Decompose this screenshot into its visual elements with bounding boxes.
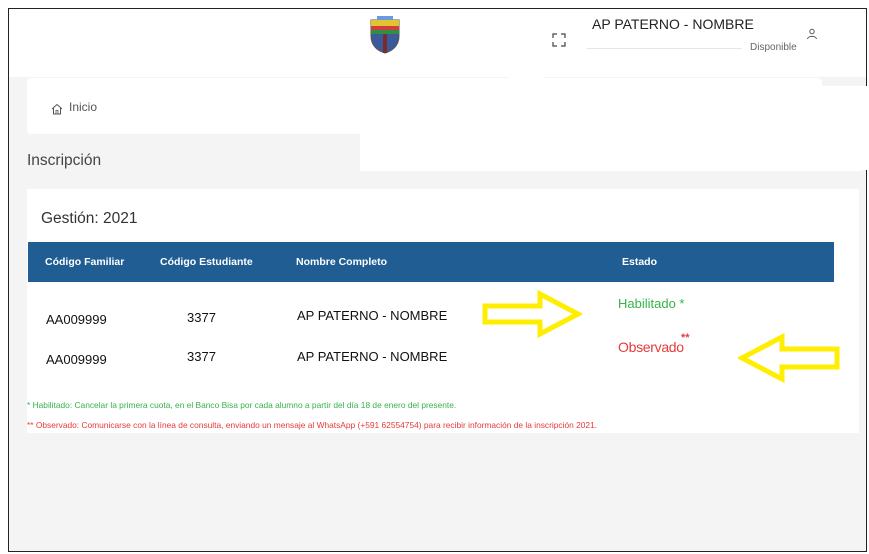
annotation-arrow-right <box>482 290 582 338</box>
row2-codigo-familiar: AA009999 <box>46 352 107 367</box>
row1-codigo-familiar: AA009999 <box>46 312 107 327</box>
gestion-label: Gestión: 2021 <box>41 210 138 227</box>
column-header-nombre-completo: Nombre Completo <box>296 256 388 268</box>
row1-codigo-estudiante: 3377 <box>187 310 216 325</box>
row2-nombre-completo: AP PATERNO - NOMBRE <box>297 349 448 364</box>
note-observado: ** Observado: Comunicarse con la línea d… <box>27 420 598 430</box>
breadcrumb-home-link[interactable]: Inicio <box>69 100 97 114</box>
fullscreen-icon[interactable] <box>552 33 566 47</box>
note-habilitado: * Habilitado: Cancelar la primera cuota,… <box>27 400 457 410</box>
user-divider <box>587 48 742 49</box>
observado-marker: ** <box>681 332 690 344</box>
home-icon[interactable] <box>51 103 63 115</box>
redaction-patch <box>360 86 867 170</box>
page-title: Inscripción <box>27 152 102 169</box>
row2-codigo-estudiante: 3377 <box>187 349 216 364</box>
user-name[interactable]: AP PATERNO - NOMBRE <box>592 16 754 32</box>
user-status: Disponible <box>750 42 797 53</box>
row2-estado-observado: Observado <box>618 339 684 355</box>
row1-nombre-completo: AP PATERNO - NOMBRE <box>297 308 448 323</box>
user-icon[interactable] <box>806 28 818 40</box>
column-header-codigo-familiar: Código Familiar <box>45 256 125 268</box>
column-header-estado: Estado <box>622 256 658 268</box>
row1-estado-habilitado: Habilitado * <box>618 296 685 311</box>
annotation-arrow-left <box>738 333 840 383</box>
school-crest-logo <box>370 16 400 54</box>
column-header-codigo-estudiante: Código Estudiante <box>160 256 253 268</box>
table-header <box>28 242 834 282</box>
